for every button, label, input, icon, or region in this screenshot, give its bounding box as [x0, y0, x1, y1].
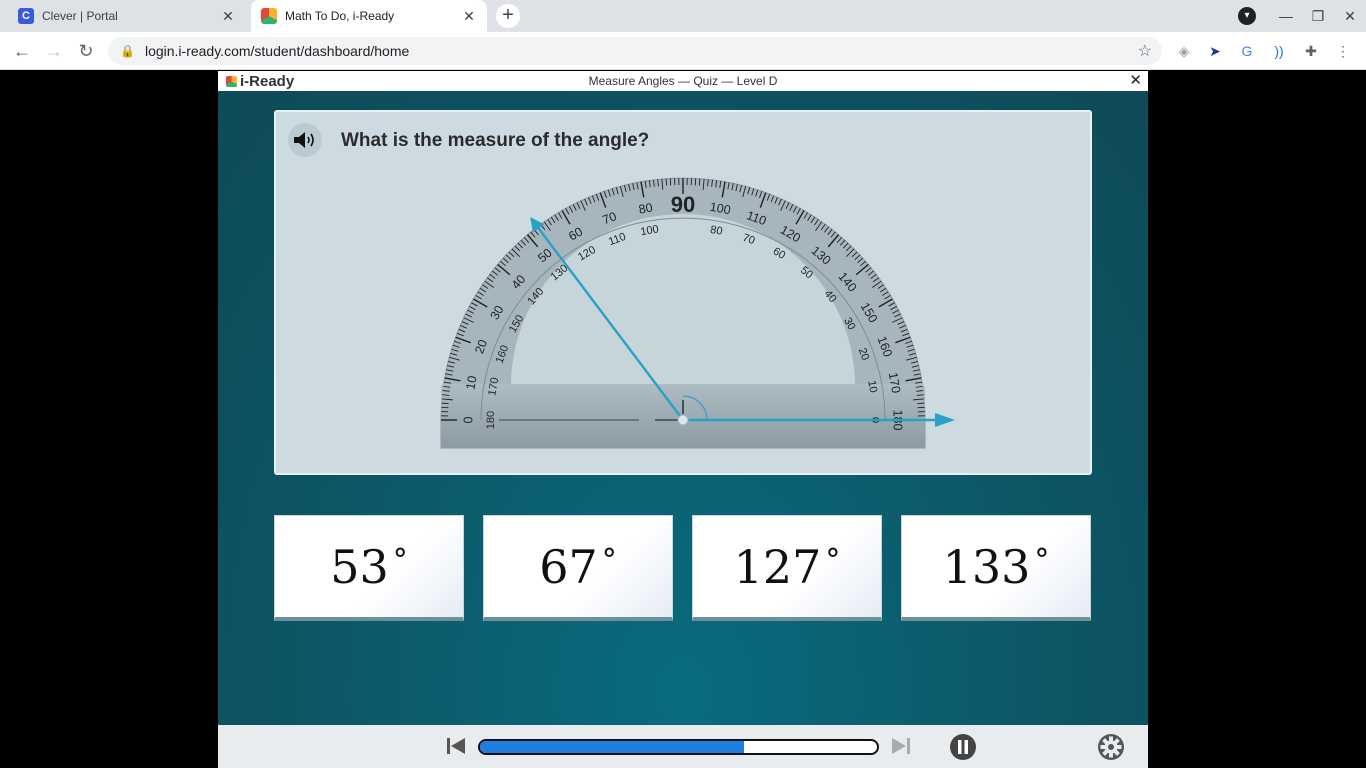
progress-fill — [480, 741, 744, 753]
extension-icon[interactable]: ◈ — [1175, 42, 1193, 60]
answer-choice-133[interactable]: 133 ° — [901, 515, 1091, 621]
speaker-icon — [294, 132, 314, 148]
inner-scale-label: 180 — [485, 411, 497, 429]
inner-scale-label: 10 — [865, 380, 879, 394]
bookmark-star-icon[interactable]: ☆ — [1138, 41, 1152, 61]
question-text: What is the measure of the angle? — [341, 130, 650, 151]
inner-scale-label: 80 — [709, 224, 723, 238]
browser-toolbar: ← → ↻ 🔒 login.i-ready.com/student/dashbo… — [0, 32, 1366, 70]
tab-title: Math To Do, i-Ready — [285, 9, 395, 23]
answer-choice-127[interactable]: 127 ° — [692, 515, 882, 621]
url-text: login.i-ready.com/student/dashboard/home — [144, 43, 410, 59]
question-panel: 0 10 20 30 40 50 60 70 80 90 100 110 120 130 140 150 160… — [274, 110, 1092, 475]
browser-tab-bar: C Clever | Portal ✕ Math To Do, i-Ready … — [0, 0, 1366, 32]
close-window-icon[interactable]: ✕ — [1334, 8, 1366, 25]
close-tab-icon[interactable]: ✕ — [461, 8, 477, 25]
clever-favicon-icon: C — [18, 8, 34, 24]
address-bar[interactable]: 🔒 login.i-ready.com/student/dashboard/ho… — [108, 37, 1162, 65]
cursor-extension-icon[interactable]: ➤ — [1206, 42, 1224, 60]
vertex-point — [677, 414, 689, 426]
outer-scale-label: 0 — [461, 416, 475, 423]
lesson-stage: 0 10 20 30 40 50 60 70 80 90 100 110 120 130 140 150 160… — [218, 91, 1148, 725]
restore-icon[interactable]: ❐ — [1302, 8, 1334, 25]
outer-scale-label: 10 — [463, 375, 479, 391]
answer-choice-53[interactable]: 53 ° — [274, 515, 464, 621]
horizontal-ray-arrowhead — [935, 413, 955, 427]
read-aloud-icon[interactable]: )) — [1270, 42, 1288, 60]
lock-icon: 🔒 — [120, 44, 135, 58]
outer-scale-label: 90 — [671, 192, 695, 217]
close-tab-icon[interactable]: ✕ — [220, 8, 236, 25]
answer-choices: 53 ° 67 ° 127 ° 133 ° — [274, 515, 1092, 621]
new-tab-button[interactable]: + — [496, 4, 520, 28]
outer-scale-label: 80 — [638, 200, 654, 216]
back-arrow-icon[interactable]: ← — [11, 40, 33, 62]
iready-favicon-icon — [261, 8, 277, 24]
player-controls — [218, 725, 1148, 768]
audio-speaker-button[interactable] — [288, 123, 322, 157]
minimize-icon[interactable]: — — [1270, 8, 1302, 24]
skip-back-icon[interactable] — [446, 736, 466, 756]
reload-icon[interactable]: ↻ — [75, 40, 97, 62]
extensions-puzzle-icon[interactable]: ✚ — [1302, 42, 1320, 60]
window-controls: — ❐ ✕ — [1270, 0, 1366, 32]
forward-arrow-icon[interactable]: → — [43, 40, 65, 62]
tab-math-to-do[interactable]: Math To Do, i-Ready ✕ — [251, 0, 487, 32]
lesson-progress-bar — [478, 739, 879, 755]
browser-menu-icon[interactable]: ⋮ — [1334, 42, 1352, 60]
skip-forward-icon[interactable] — [891, 736, 911, 756]
profile-menu-icon[interactable]: ▾ — [1238, 7, 1256, 25]
answer-choice-67[interactable]: 67 ° — [483, 515, 673, 621]
app-header: i-Ready Measure Angles — Quiz — Level D … — [218, 71, 1148, 91]
tab-clever-portal[interactable]: C Clever | Portal ✕ — [8, 0, 246, 32]
tab-title: Clever | Portal — [42, 9, 118, 23]
translate-icon[interactable]: G — [1238, 42, 1256, 60]
close-lesson-button[interactable]: ✕ — [1129, 71, 1142, 89]
settings-gear-icon[interactable] — [1097, 733, 1125, 761]
lesson-title: Measure Angles — Quiz — Level D — [588, 74, 778, 88]
protractor-diagram: 01020304050607080 90 100 110120130140150160… — [440, 177, 955, 449]
pause-icon[interactable] — [949, 733, 977, 761]
